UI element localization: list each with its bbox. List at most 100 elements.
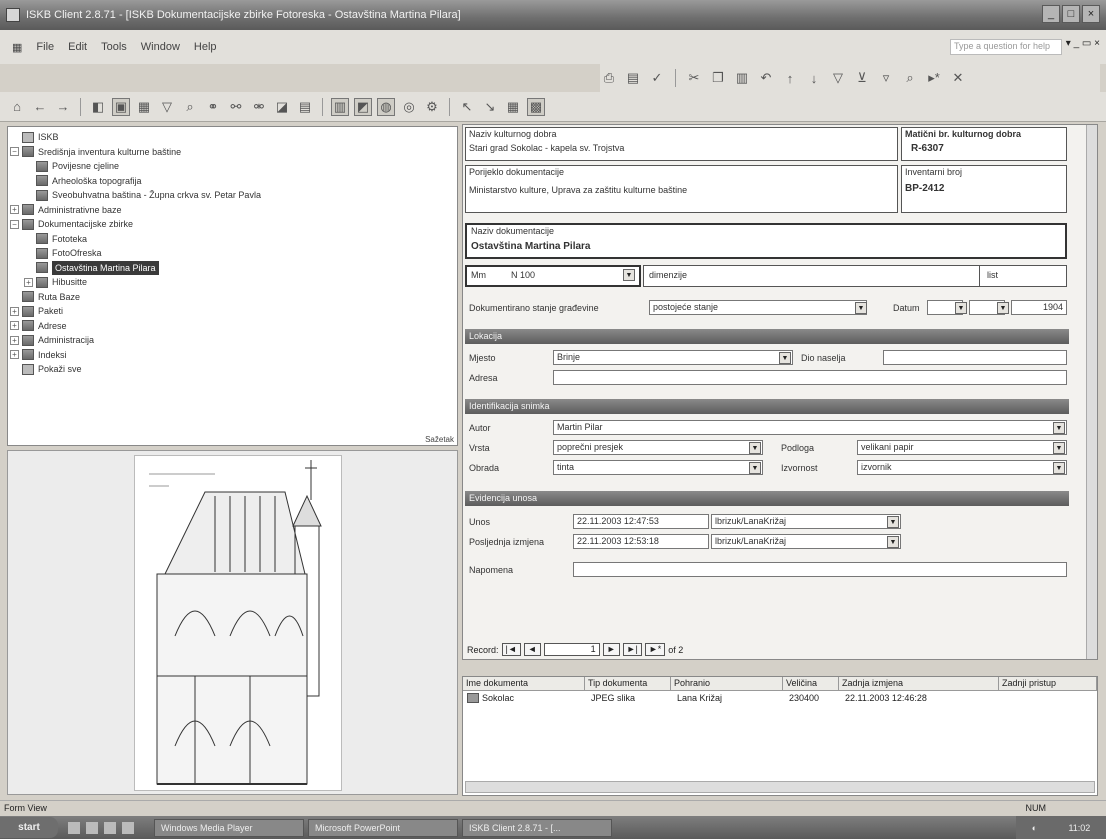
link-icon[interactable]: ⚭ — [204, 98, 222, 116]
obrada-dropdown[interactable]: ▼ — [749, 462, 761, 474]
grid-view-icon[interactable]: ▦ — [135, 98, 153, 116]
panel-toggle-icon[interactable]: ▥ — [331, 97, 349, 116]
taskbar-item[interactable]: Windows Media Player — [154, 818, 304, 837]
form-scrollbar[interactable] — [1086, 125, 1097, 659]
tree-node[interactable]: FotoOfreska — [10, 246, 455, 261]
apply-filter-icon[interactable]: ▿ — [877, 69, 895, 87]
izvornost-dropdown[interactable]: ▼ — [1053, 462, 1065, 474]
tree-node[interactable]: + Paketi — [10, 304, 455, 319]
quicklaunch-icon[interactable] — [68, 821, 80, 834]
new-record-icon[interactable]: ▸* — [925, 69, 943, 87]
adresa-input[interactable] — [553, 370, 1067, 385]
next-record-button[interactable]: ► — [602, 643, 620, 656]
tree-node[interactable]: Ruta Baze — [10, 290, 455, 305]
vrsta-select[interactable]: poprečni presjek — [553, 440, 763, 455]
tray-icon[interactable]: ◐ — [1032, 823, 1037, 833]
podloga-select[interactable]: velikani papir — [857, 440, 1067, 455]
cut-icon[interactable]: ✂ — [685, 69, 703, 87]
taskbar-item[interactable]: Microsoft PowerPoint — [308, 818, 458, 837]
mm-value[interactable]: N 100 — [511, 270, 535, 280]
collapse-icon[interactable]: − — [10, 147, 19, 157]
tree-node[interactable]: Fototeka — [10, 232, 455, 247]
porijeklo-value[interactable]: Ministarstvo kulture, Uprava za zaštitu … — [469, 185, 687, 195]
naziv-dok-value[interactable]: Ostavština Martina Pilara — [471, 241, 591, 252]
home-icon[interactable]: ⌂ — [8, 98, 26, 116]
list-hscrollbar[interactable] — [465, 781, 1095, 793]
forward-icon[interactable]: → — [54, 98, 72, 116]
tree-node[interactable]: Sveobuhvatna baština - Župna crkva sv. P… — [10, 188, 455, 203]
mm-dropdown[interactable]: ▼ — [623, 269, 635, 281]
datum-day-dropdown[interactable]: ▼ — [955, 302, 967, 314]
unos-user-select[interactable]: lbrizuk/LanaKrižaj — [711, 514, 901, 529]
collapse-icon[interactable]: − — [10, 219, 19, 229]
arrow-icon[interactable]: ↘ — [481, 98, 499, 116]
mjesto-select[interactable]: Brinje — [553, 350, 793, 365]
autor-dropdown[interactable]: ▼ — [1053, 422, 1065, 434]
expand-icon[interactable]: + — [24, 277, 33, 287]
tree-view-icon[interactable]: ◧ — [89, 98, 107, 116]
prev-record-button[interactable]: ◄ — [523, 643, 541, 656]
menu-help[interactable]: Help — [194, 41, 217, 53]
maximize-button[interactable]: □ — [1062, 5, 1080, 23]
mdi-controls[interactable]: ▾ _ ▭ × — [1066, 38, 1100, 49]
col-zadnji-pristup[interactable]: Zadnji pristup — [999, 677, 1097, 691]
datum-year[interactable]: 1904 — [1011, 300, 1067, 315]
menu-file[interactable]: File — [36, 41, 54, 53]
pointer-icon[interactable]: ↖ — [458, 98, 476, 116]
copy-icon[interactable]: ❐ — [709, 69, 727, 87]
delete-record-icon[interactable]: ✕ — [949, 69, 967, 87]
record-number-input[interactable]: 1 — [543, 643, 600, 656]
close-button[interactable]: × — [1082, 5, 1100, 23]
expand-icon[interactable]: + — [10, 335, 19, 345]
form-view-icon[interactable]: ▣ — [112, 97, 130, 116]
dok-stanje-select[interactable]: postojeće stanje — [649, 300, 867, 315]
col-tip[interactable]: Tip dokumenta — [585, 677, 671, 691]
tree-node[interactable]: − Dokumentacijske zbirke — [10, 217, 455, 232]
layout-icon[interactable]: ▩ — [527, 97, 545, 116]
table-icon[interactable]: ▦ — [504, 98, 522, 116]
sort-asc-icon[interactable]: ↑ — [781, 69, 799, 87]
tree-node[interactable]: + Hibusitte — [10, 275, 455, 290]
podloga-dropdown[interactable]: ▼ — [1053, 442, 1065, 454]
inv-br-value[interactable]: BP-2412 — [905, 183, 944, 194]
col-ime[interactable]: Ime dokumenta — [463, 677, 585, 691]
napomena-input[interactable] — [573, 562, 1067, 577]
start-button[interactable]: start — [0, 817, 58, 838]
tree-node[interactable]: Arheološka topografija — [10, 174, 455, 189]
filter-form-icon[interactable]: ⊻ — [853, 69, 871, 87]
col-velicina[interactable]: Veličina — [783, 677, 839, 691]
quicklaunch-icon[interactable] — [104, 821, 116, 834]
attach-toggle-icon[interactable]: ◍ — [377, 97, 395, 116]
quicklaunch-icon[interactable] — [122, 821, 134, 834]
help-search-input[interactable]: Type a question for help — [950, 39, 1062, 55]
report-icon[interactable]: ▤ — [296, 98, 314, 116]
filter-icon[interactable]: ▽ — [829, 69, 847, 87]
naziv-dobra-value[interactable]: Stari grad Sokolac - kapela sv. Trojstva — [469, 143, 624, 153]
first-record-button[interactable]: |◄ — [501, 643, 521, 656]
dok-stanje-dropdown[interactable]: ▼ — [855, 302, 867, 314]
autor-select[interactable]: Martin Pilar — [553, 420, 1067, 435]
expand-icon[interactable]: + — [10, 321, 19, 331]
col-pohranio[interactable]: Pohranio — [671, 677, 783, 691]
link-add-icon[interactable]: ⚯ — [227, 98, 245, 116]
link-remove-icon[interactable]: ⚮ — [250, 98, 268, 116]
undo-icon[interactable]: ↶ — [757, 69, 775, 87]
new-record-button[interactable]: ►* — [644, 643, 666, 656]
posljednja-user-select[interactable]: lbrizuk/LanaKrižaj — [711, 534, 901, 549]
mjesto-dropdown[interactable]: ▼ — [779, 352, 791, 364]
obrada-select[interactable]: tinta — [553, 460, 763, 475]
preview-toggle-icon[interactable]: ◩ — [354, 97, 372, 116]
find-icon[interactable]: ⌕ — [901, 69, 919, 87]
tree-node[interactable]: Pokaži sve — [10, 362, 455, 377]
menu-window[interactable]: Window — [141, 41, 180, 53]
back-icon[interactable]: ← — [31, 98, 49, 116]
tree-node[interactable]: + Indeksi — [10, 348, 455, 363]
print-icon[interactable]: ⎙ — [600, 69, 618, 87]
tree-node[interactable]: Povijesne cjeline — [10, 159, 455, 174]
globe-icon[interactable]: ◎ — [400, 98, 418, 116]
app-menu-icon[interactable]: ▦ — [12, 41, 22, 54]
expand-icon[interactable]: + — [10, 306, 19, 316]
posljednja-user-dropdown[interactable]: ▼ — [887, 536, 899, 548]
menu-tools[interactable]: Tools — [101, 41, 127, 53]
quicklaunch-icon[interactable] — [86, 821, 98, 834]
